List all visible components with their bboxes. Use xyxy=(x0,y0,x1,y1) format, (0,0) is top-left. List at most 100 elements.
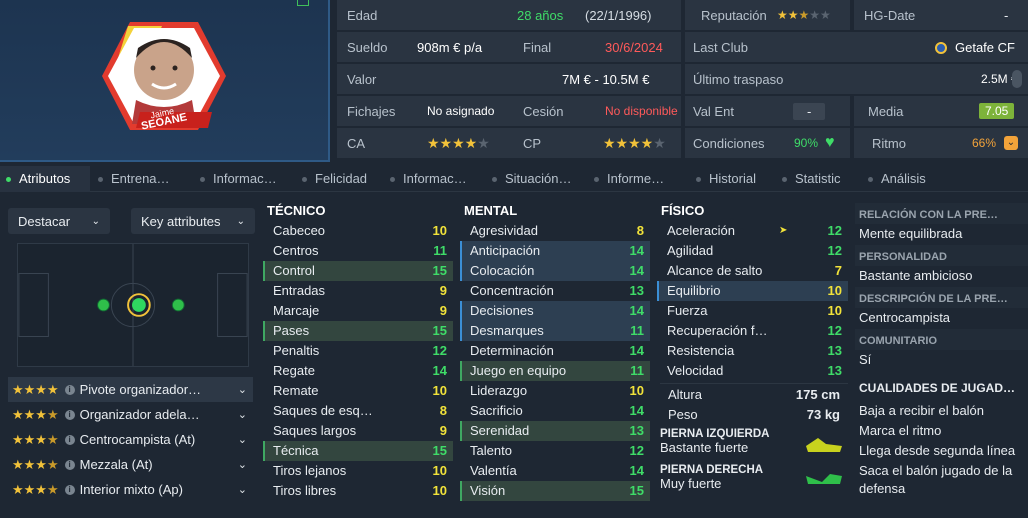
attr-row[interactable]: Saques largos 9 xyxy=(263,421,453,441)
attr-row[interactable]: Alcance de salto 7 xyxy=(657,261,848,281)
tab-felicidad[interactable]: Felicidad xyxy=(302,166,367,192)
attr-name: Serenidad xyxy=(470,423,530,438)
role-item[interactable]: ★★★★ i Mezzala (At) ⌄ xyxy=(8,452,253,477)
attr-value: 12 xyxy=(827,223,842,238)
boot-icon xyxy=(806,474,842,484)
valent-label: Val Ent xyxy=(693,103,734,119)
attr-row[interactable]: Entradas 9 xyxy=(263,281,453,301)
attr-row[interactable]: Serenidad 13 xyxy=(460,421,650,441)
attr-row[interactable]: Técnica 15 xyxy=(263,441,453,461)
valent-row: Val Ent - xyxy=(685,96,850,126)
attr-row[interactable]: Sacrificio 14 xyxy=(460,401,650,421)
attr-value: 13 xyxy=(827,363,842,378)
peso-row: Peso 73 kg xyxy=(660,404,848,425)
attr-value: 10 xyxy=(432,223,447,238)
attr-row[interactable]: Tiros lejanos 10 xyxy=(263,461,453,481)
tab-informe[interactable]: Informe… xyxy=(594,166,664,192)
tab-analisis[interactable]: Análisis xyxy=(868,166,926,192)
attr-row[interactable]: Control 15 xyxy=(263,261,453,281)
attr-row[interactable]: Resistencia 13 xyxy=(657,341,848,361)
attr-row[interactable]: Recuperación f… 12 xyxy=(657,321,848,341)
attr-value: 14 xyxy=(629,303,644,318)
tab-informacion-2[interactable]: Informac… xyxy=(390,166,467,192)
attr-row[interactable]: Tiros libres 10 xyxy=(263,481,453,501)
tab-dot-icon xyxy=(868,177,873,183)
chevron-down-icon[interactable]: ⌄ xyxy=(238,483,247,496)
attr-row[interactable]: Cabeceo 10 xyxy=(263,221,453,241)
scrollbar[interactable] xyxy=(1012,70,1022,88)
attr-row[interactable]: Remate 10 xyxy=(263,381,453,401)
destacar-dropdown[interactable]: Destacar ⌄ xyxy=(8,208,110,234)
tab-informacion-1[interactable]: Informac… xyxy=(200,166,277,192)
edad-row: Edad 28 años (22/1/1996) xyxy=(337,0,681,30)
tab-statistic[interactable]: Statistic xyxy=(782,166,841,192)
attr-row[interactable]: Liderazgo 10 xyxy=(460,381,650,401)
attr-row[interactable]: Marcaje 9 xyxy=(263,301,453,321)
attr-row[interactable]: Determinación 14 xyxy=(460,341,650,361)
attr-name: Saques largos xyxy=(273,423,357,438)
attr-row[interactable]: Equilibrio 10 xyxy=(657,281,848,301)
attr-row[interactable]: Decisiones 14 xyxy=(460,301,650,321)
role-item[interactable]: ★★★★ i Centrocampista (At) ⌄ xyxy=(8,427,253,452)
role-item[interactable]: ★★★★ i Organizador adela… ⌄ xyxy=(8,402,253,427)
attr-row[interactable]: Talento 12 xyxy=(460,441,650,461)
tecnico-title: TÉCNICO xyxy=(267,203,326,218)
attr-row[interactable]: Fuerza 10 xyxy=(657,301,848,321)
tab-entrenamiento[interactable]: Entrena… xyxy=(98,166,170,192)
attr-row[interactable]: Pases 15 xyxy=(263,321,453,341)
attr-name: Pases xyxy=(273,323,310,338)
attr-row[interactable]: Colocación 14 xyxy=(460,261,650,281)
attr-row[interactable]: Juego en equipo 11 xyxy=(460,361,650,381)
attr-row[interactable]: Centros 11 xyxy=(263,241,453,261)
destacar-label: Destacar xyxy=(18,213,71,229)
info-icon[interactable]: i xyxy=(64,434,75,445)
media-value: 7.05 xyxy=(979,103,1015,119)
personalidad-title: PERSONALIDAD xyxy=(855,245,1028,266)
tab-atributos[interactable]: Atributos xyxy=(0,166,90,192)
attr-name: Tiros libres xyxy=(273,483,337,498)
attr-row[interactable]: Anticipación 14 xyxy=(460,241,650,261)
sueldo-row: Sueldo 908m € p/a Final 30/6/2024 xyxy=(337,32,681,62)
chevron-down-icon[interactable]: ⌄ xyxy=(238,433,247,446)
attr-row[interactable]: Aceleración ➤ 12 xyxy=(657,221,848,241)
attr-row[interactable]: Agilidad 12 xyxy=(657,241,848,261)
tab-label: Atributos xyxy=(19,171,71,186)
tab-historial[interactable]: Historial xyxy=(696,166,756,192)
tab-situacion[interactable]: Situación… xyxy=(492,166,571,192)
attr-row[interactable]: Saques de esq… 8 xyxy=(263,401,453,421)
attr-value: 10 xyxy=(827,303,842,318)
fichajes-label: Fichajes xyxy=(347,103,396,119)
info-icon[interactable]: i xyxy=(64,484,75,495)
info-icon[interactable]: i xyxy=(64,459,75,470)
key-attributes-dropdown[interactable]: Key attributes ⌄ xyxy=(131,208,255,234)
role-item[interactable]: ★★★★ i Pivote organizador… ⌄ xyxy=(8,377,253,402)
role-item[interactable]: ★★★★ i Interior mixto (Ap) ⌄ xyxy=(8,477,253,502)
attr-value: 14 xyxy=(629,343,644,358)
fisico-title: FÍSICO xyxy=(661,203,705,218)
attr-row[interactable]: Valentía 14 xyxy=(460,461,650,481)
role-stars: ★★★★ xyxy=(12,481,59,497)
attr-row[interactable]: Penaltis 12 xyxy=(263,341,453,361)
reputacion-label: Reputación xyxy=(701,7,767,23)
chevron-down-icon[interactable]: ⌄ xyxy=(238,458,247,471)
attr-name: Aceleración xyxy=(667,223,735,238)
info-icon[interactable]: i xyxy=(64,409,75,420)
attr-name: Recuperación f… xyxy=(667,323,768,338)
chevron-down-icon[interactable]: ⌄ xyxy=(238,383,247,396)
position-pitch xyxy=(17,243,249,367)
attr-name: Remate xyxy=(273,383,319,398)
attr-row[interactable]: Concentración 13 xyxy=(460,281,650,301)
attr-row[interactable]: Desmarques 11 xyxy=(460,321,650,341)
attr-name: Liderazgo xyxy=(470,383,528,398)
attr-row[interactable]: Visión 15 xyxy=(460,481,650,501)
attr-row[interactable]: Agresividad 8 xyxy=(460,221,650,241)
attr-name: Fuerza xyxy=(667,303,708,318)
final-value: 30/6/2024 xyxy=(605,39,663,55)
traspaso-label: Último traspaso xyxy=(693,71,784,87)
attr-row[interactable]: Regate 14 xyxy=(263,361,453,381)
attr-row[interactable]: Velocidad 13 xyxy=(657,361,848,381)
info-icon[interactable]: i xyxy=(64,384,75,395)
attr-name: Determinación xyxy=(470,343,554,358)
lastclub-value[interactable]: Getafe CF xyxy=(955,40,1015,55)
chevron-down-icon[interactable]: ⌄ xyxy=(238,408,247,421)
